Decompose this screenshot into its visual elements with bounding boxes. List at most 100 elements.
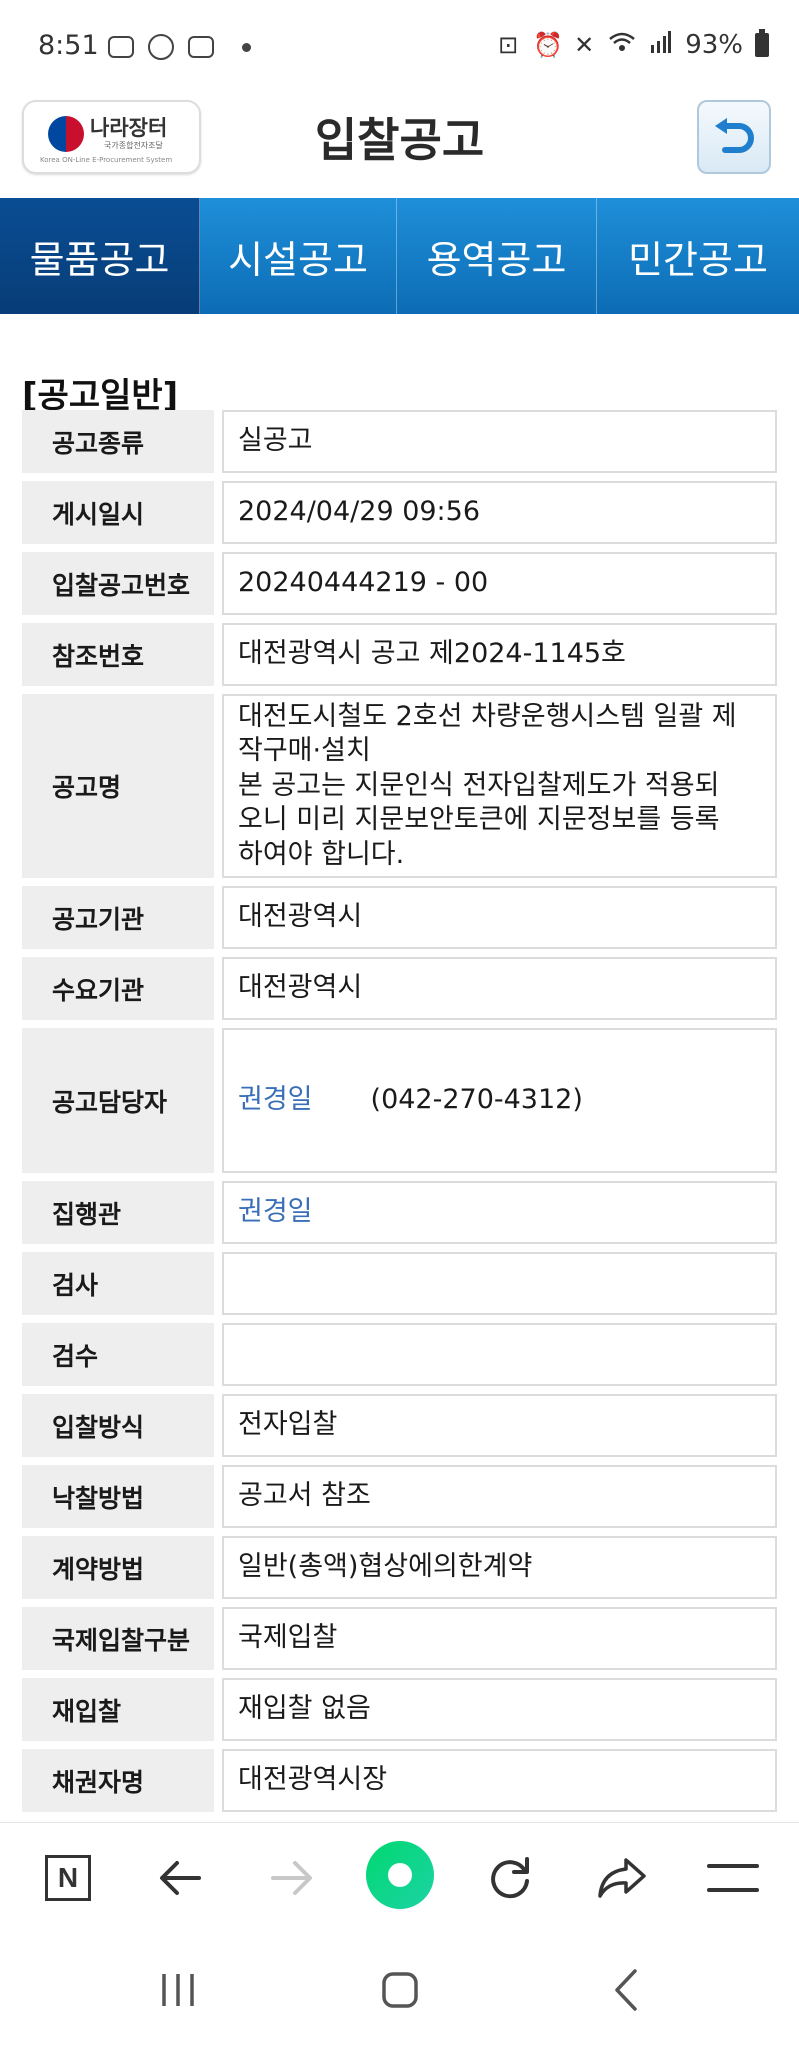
b-icon [148, 34, 174, 60]
recent-apps-icon [162, 1974, 194, 2006]
table-row: 집행관 권경일 [22, 1181, 777, 1244]
row-label: 참조번호 [22, 623, 214, 686]
table-row: 입찰공고번호 20240444219 - 00 [22, 552, 777, 615]
video-icon [108, 36, 134, 58]
row-value: 2024/04/29 09:56 [222, 481, 777, 544]
row-label: 공고기관 [22, 886, 214, 949]
row-value: 권경일 [222, 1181, 777, 1244]
table-row: 계약방법 일반(총액)협상에의한계약 [22, 1536, 777, 1599]
table-row: 공고종류 실공고 [22, 410, 777, 473]
table-row: 공고명 대전도시철도 2호선 차량운행시스템 일괄 제 작구매·설치 본 공고는… [22, 694, 777, 878]
contact-name-link[interactable]: 권경일 [238, 1083, 313, 1118]
row-label: 계약방법 [22, 1536, 214, 1599]
table-row: 참조번호 대전광역시 공고 제2024-1145호 [22, 623, 777, 686]
reload-icon [491, 1857, 529, 1899]
arrow-left-icon [160, 1861, 201, 1895]
naver-icon: N [45, 1855, 91, 1901]
lock-icon: ⊡ [498, 31, 519, 59]
row-label: 입찰방식 [22, 1394, 214, 1457]
row-label: 공고담당자 [22, 1028, 214, 1173]
table-row: 낙찰방법 공고서 참조 [22, 1465, 777, 1528]
row-label: 채권자명 [22, 1749, 214, 1812]
row-value: 대전광역시 [222, 957, 777, 1020]
table-row: 수요기관 대전광역시 [22, 957, 777, 1020]
status-time: 8:51 [38, 30, 99, 61]
row-label: 검사 [22, 1252, 214, 1315]
row-label: 수요기관 [22, 957, 214, 1020]
table-row: 게시일시 2024/04/29 09:56 [22, 481, 777, 544]
row-value: 재입찰 없음 [222, 1678, 777, 1741]
row-value: 공고서 참조 [222, 1465, 777, 1528]
tab-private[interactable]: 민간공고 [597, 198, 799, 314]
row-label: 공고종류 [22, 410, 214, 473]
back-system-button[interactable] [596, 1962, 656, 2018]
forward-nav-button[interactable] [262, 1848, 322, 1908]
title-line: 대전도시철도 2호선 차량운행시스템 일괄 제 [238, 700, 737, 732]
system-icons: ⊡ ⏰ ✕ 93% [495, 29, 769, 60]
naver-button[interactable]: N [38, 1848, 98, 1908]
title-line: 작구매·설치 [238, 735, 371, 767]
row-label: 입찰공고번호 [22, 552, 214, 615]
row-value: 대전도시철도 2호선 차량운행시스템 일괄 제 작구매·설치 본 공고는 지문인… [222, 694, 777, 878]
row-label: 공고명 [22, 694, 214, 878]
hamburger-icon [707, 1864, 759, 1892]
tab-services[interactable]: 용역공고 [397, 198, 597, 314]
contact-phone: (042-270-4312) [370, 1084, 583, 1116]
notification-icons [108, 34, 251, 60]
menu-button[interactable] [703, 1848, 763, 1908]
row-value: 20240444219 - 00 [222, 552, 777, 615]
tab-facilities[interactable]: 시설공고 [200, 198, 397, 314]
row-value: 대전광역시 [222, 886, 777, 949]
home-icon [382, 1972, 418, 2008]
row-value [222, 1323, 777, 1386]
more-notifications-icon [242, 42, 251, 52]
row-label: 집행관 [22, 1181, 214, 1244]
table-row: 입찰방식 전자입찰 [22, 1394, 777, 1457]
home-nav-button[interactable] [370, 1962, 430, 2018]
home-button[interactable] [366, 1841, 434, 1909]
title-line: 오니 미리 지문보안토큰에 지문정보를 등록 [238, 804, 720, 836]
browser-toolbar: N [0, 1822, 799, 1933]
title-line: 하여야 합니다. [238, 838, 405, 870]
alarm-icon: ⏰ [533, 31, 564, 59]
table-row: 재입찰 재입찰 없음 [22, 1678, 777, 1741]
row-label: 게시일시 [22, 481, 214, 544]
blog-icon [188, 36, 214, 58]
executor-name-link[interactable]: 권경일 [238, 1195, 313, 1230]
row-value: 대전광역시 공고 제2024-1145호 [222, 623, 777, 686]
row-value: 전자입찰 [222, 1394, 777, 1457]
tab-goods[interactable]: 물품공고 [0, 198, 200, 314]
reload-button[interactable] [480, 1848, 540, 1908]
status-bar: 8:51 ⊡ ⏰ ✕ 93% [0, 0, 799, 96]
wifi-icon [609, 31, 636, 59]
table-row: 검수 [22, 1323, 777, 1386]
row-value: 국제입찰 [222, 1607, 777, 1670]
table-row: 공고기관 대전광역시 [22, 886, 777, 949]
share-button[interactable] [592, 1848, 652, 1908]
undo-icon [715, 118, 754, 153]
row-value [222, 1252, 777, 1315]
back-nav-button[interactable] [150, 1848, 210, 1908]
signal-icon [647, 31, 673, 59]
header: 나라장터 국가종합전자조달 Korea ON-Line E-Procuremen… [0, 96, 799, 198]
row-label: 낙찰방법 [22, 1465, 214, 1528]
row-label: 국제입찰구분 [22, 1607, 214, 1670]
battery-percent: 93% [685, 30, 743, 60]
chevron-left-icon [615, 1969, 637, 2011]
row-value: 실공고 [222, 410, 777, 473]
row-value: 대전광역시장 [222, 1749, 777, 1812]
table-row: 채권자명 대전광역시장 [22, 1749, 777, 1812]
battery-icon [755, 29, 769, 57]
row-value: 일반(총액)협상에의한계약 [222, 1536, 777, 1599]
share-icon [598, 1858, 646, 1898]
tab-bar: 물품공고 시설공고 용역공고 민간공고 [0, 198, 799, 314]
row-label: 재입찰 [22, 1678, 214, 1741]
info-table: 공고종류 실공고 게시일시 2024/04/29 09:56 입찰공고번호 20… [22, 410, 777, 1820]
back-button[interactable] [697, 100, 771, 174]
row-label: 검수 [22, 1323, 214, 1386]
row-value: 권경일 (042-270-4312) [222, 1028, 777, 1173]
page-title: 입찰공고 [314, 113, 485, 167]
recent-apps-button[interactable] [148, 1962, 208, 2018]
arrow-right-icon [271, 1861, 312, 1895]
system-nav-bar [0, 1932, 799, 2048]
